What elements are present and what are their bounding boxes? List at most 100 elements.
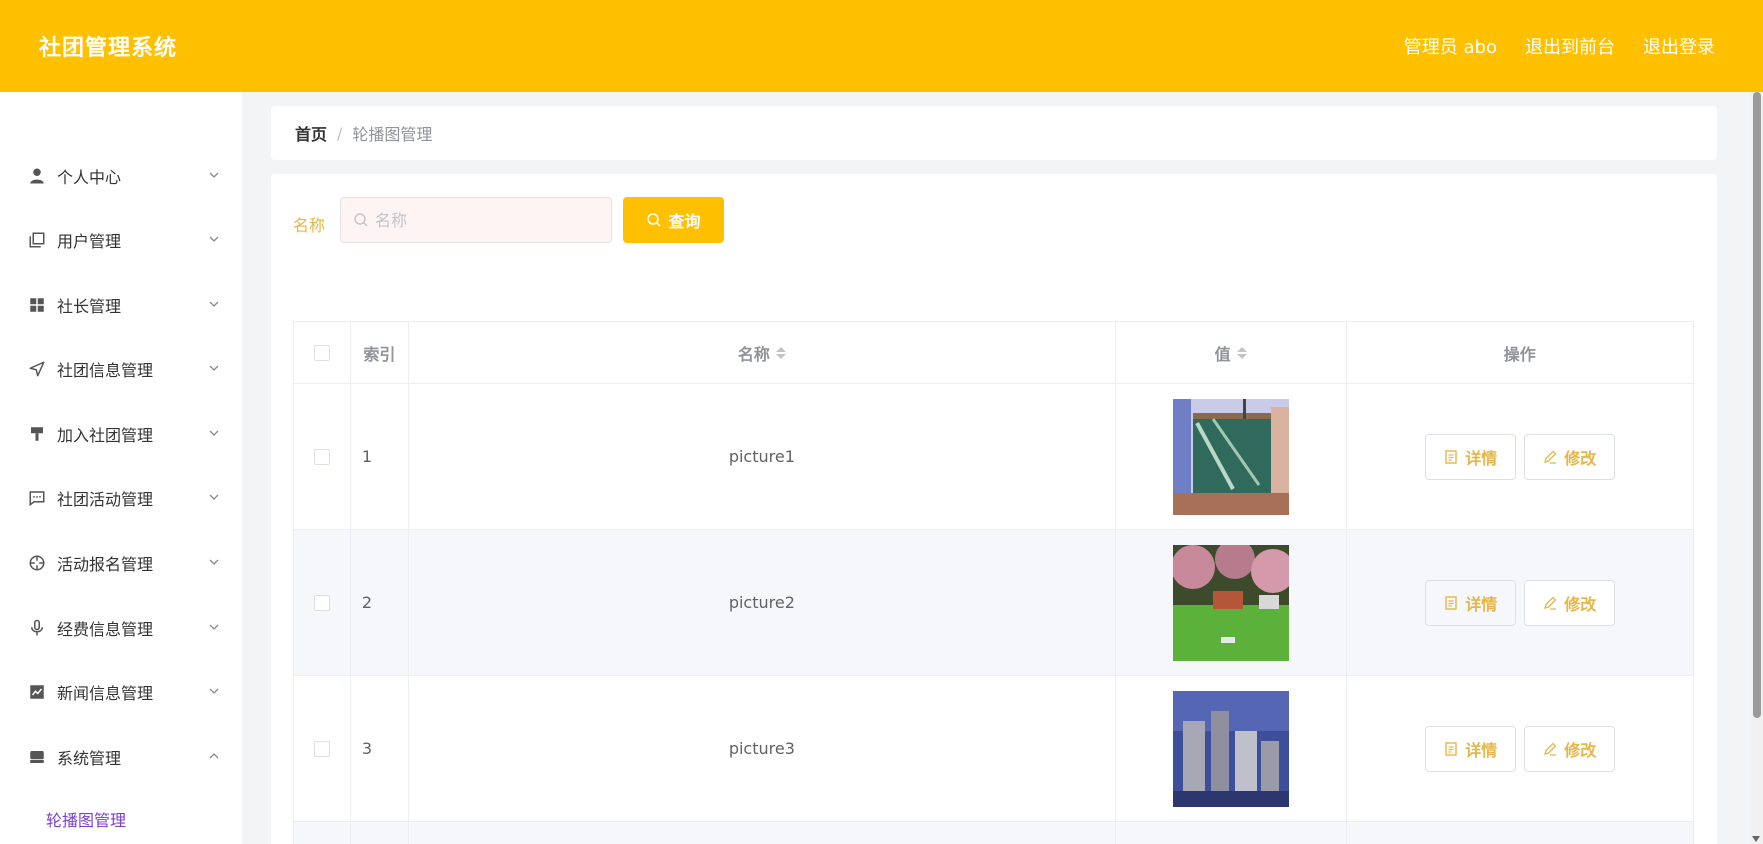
box-icon [27,747,47,767]
user-icon [27,166,47,186]
sidebar-item-personal-center[interactable]: 个人中心 [0,156,242,196]
header-value[interactable]: 值 [1116,322,1347,383]
breadcrumb: 首页 / 轮播图管理 [271,106,1717,160]
sidebar-item-president-management[interactable]: 社长管理 [0,285,242,325]
row-actions: 详情 修改 [1347,530,1694,675]
header-value-label: 值 [1214,344,1231,364]
breadcrumb-home[interactable]: 首页 [295,121,327,145]
scrollbar-thumb[interactable] [1753,92,1761,718]
back-to-front-link[interactable]: 退出到前台 [1525,33,1615,59]
edit-icon [1544,596,1557,610]
table-row: 1 picture1 详情 修改 [294,384,1693,530]
row-checkbox-cell [294,676,351,821]
detail-button-label: 详情 [1465,740,1498,760]
sidebar-item-label: 系统管理 [57,749,122,768]
edit-button-label: 修改 [1564,740,1597,760]
chevron-down-icon [209,688,219,694]
sidebar: 首页 个人中心 用户管理 社长管理 社团信息管理 加入社团管理 社团活动管理 活… [0,92,242,844]
edit-button-label: 修改 [1564,448,1597,468]
sidebar-item-label: 活动报名管理 [57,555,154,574]
main-content: 名称 查询 索引 名称 值 操作 1 picture1 [271,174,1717,844]
edit-button[interactable]: 修改 [1523,579,1615,626]
header-links: 管理员 abo 退出到前台 退出登录 [1404,33,1715,59]
sidebar-item-label: 社团活动管理 [57,490,154,509]
sidebar-item-club-info-management[interactable]: 社团信息管理 [0,349,242,389]
header-name[interactable]: 名称 [409,322,1116,383]
table-header: 索引 名称 值 操作 [294,322,1693,384]
select-all-checkbox[interactable] [313,344,330,361]
sidebar-item-label: 加入社团管理 [57,426,154,445]
sidebar-item-club-activity-management[interactable]: 社团活动管理 [0,478,242,518]
row-value-cell [1116,530,1347,675]
breadcrumb-current: 轮播图管理 [352,125,433,144]
logout-link[interactable]: 退出登录 [1643,33,1715,59]
edit-button[interactable]: 修改 [1523,725,1615,772]
row-checkbox-cell [294,384,351,529]
row-name: picture2 [409,530,1116,675]
edit-button-label: 修改 [1564,594,1597,614]
row-checkbox[interactable] [313,448,330,465]
row-index: 2 [351,530,409,675]
row-value-cell [1116,676,1347,821]
header-name-label: 名称 [737,344,770,364]
edit-icon [1544,450,1557,464]
document-icon [1445,595,1457,610]
sidebar-item-label: 个人中心 [57,168,122,187]
chat-icon [27,488,47,508]
select-all-cell [294,322,351,383]
chevron-down-icon [209,430,219,436]
carousel-thumbnail[interactable] [1172,544,1289,661]
query-button[interactable]: 查询 [623,197,724,243]
name-filter-label: 名称 [293,216,326,235]
chart-icon [27,682,47,702]
row-value-cell [1116,384,1347,529]
chevron-down-icon [209,172,219,178]
chevron-down-icon [209,365,219,371]
document-icon [1445,449,1457,464]
chevron-down-icon [209,301,219,307]
header-index: 索引 [351,322,409,383]
name-search-input[interactable] [375,210,595,230]
sidebar-item-label: 新闻信息管理 [57,684,154,703]
row-checkbox-cell [294,530,351,675]
row-actions: 详情 修改 [1347,384,1694,529]
sidebar-item-user-management[interactable]: 用户管理 [0,220,242,260]
row-name: picture1 [409,384,1116,529]
sidebar-item-system-management[interactable]: 系统管理 [0,737,242,777]
edit-button[interactable]: 修改 [1523,433,1615,480]
row-name: picture3 [409,676,1116,821]
row-index: 1 [351,384,409,529]
detail-button[interactable]: 详情 [1424,725,1516,772]
admin-user-label[interactable]: 管理员 abo [1404,33,1497,59]
scroll-down-arrow-icon[interactable] [1752,836,1760,842]
search-icon [647,213,662,227]
sidebar-item-funds-management[interactable]: 经费信息管理 [0,608,242,648]
carousel-table: 索引 名称 值 操作 1 picture1 详情 修改 2 picture2 详… [293,321,1694,844]
carousel-thumbnail[interactable] [1172,690,1289,807]
name-search-box[interactable] [340,197,612,243]
top-header: 社团管理系统 管理员 abo 退出到前台 退出登录 [0,0,1763,92]
sort-icon[interactable] [775,346,786,359]
row-checkbox[interactable] [313,594,330,611]
sort-icon[interactable] [1236,346,1247,359]
brush-icon [27,424,47,444]
breadcrumb-separator: / [337,123,343,143]
table-row [294,822,1693,844]
target-icon [27,553,47,573]
carousel-thumbnail[interactable] [1172,398,1289,515]
detail-button[interactable]: 详情 [1424,433,1516,480]
sidebar-item-activity-signup-management[interactable]: 活动报名管理 [0,543,242,583]
sidebar-item-news-management[interactable]: 新闻信息管理 [0,672,242,712]
send-icon [27,359,47,379]
row-checkbox[interactable] [313,740,330,757]
sidebar-item-label: 社长管理 [57,297,122,316]
mic-icon [27,618,47,638]
sidebar-subitem-carousel-management[interactable]: 轮播图管理 [46,807,126,831]
sidebar-item-label: 用户管理 [57,232,122,251]
edit-icon [1544,742,1557,756]
detail-button-label: 详情 [1465,448,1498,468]
sidebar-item-label: 社团信息管理 [57,361,154,380]
sidebar-item-join-club-management[interactable]: 加入社团管理 [0,414,242,454]
page-scrollbar[interactable] [1750,92,1763,844]
detail-button[interactable]: 详情 [1424,579,1516,626]
